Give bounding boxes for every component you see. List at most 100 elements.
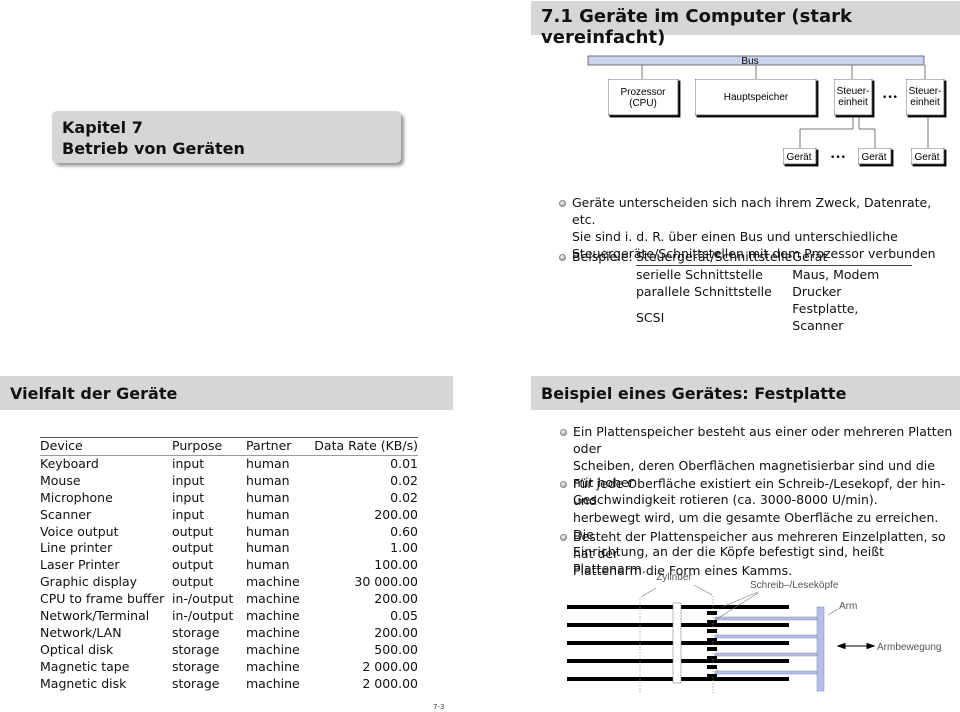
bullet-line: Geräte unterscheiden sich nach ihrem Zwe… [572, 195, 932, 227]
arm-tine [714, 634, 818, 639]
column-header-partner: Partner [246, 437, 308, 456]
cell-partner: machine [246, 624, 300, 640]
cell-partner: human [246, 506, 290, 522]
cell-device: Optical disk [40, 641, 114, 657]
cell-partner: machine [246, 591, 300, 607]
examples-row: parallele Schnittstelle Drucker [572, 283, 912, 300]
arm-tine [714, 670, 818, 675]
cell-device: Keyboard [40, 455, 99, 471]
arm-motion-arrow [836, 642, 876, 650]
memory-label: Hauptspeicher [724, 92, 789, 103]
examples-header: Gerät [792, 248, 913, 266]
cell-data-rate: 0.01 [390, 455, 418, 471]
examples-table: Beispiele: Steuergerät/Schnittstelle Ger… [572, 248, 913, 334]
chapter-title: Betrieb von Geräten [62, 139, 245, 158]
cell-data-rate: 0.05 [390, 608, 418, 624]
cell-partner: human [246, 472, 290, 488]
table-row: Line printer output human 1.00 [40, 540, 418, 557]
bullet-line: Ein Plattenspeicher besteht aus einer od… [573, 424, 953, 456]
cell-partner: machine [246, 658, 300, 674]
head [707, 656, 717, 659]
cell-device: Mouse [40, 472, 81, 488]
cell-data-rate: 30 000.00 [354, 574, 418, 590]
cell-partner: machine [246, 641, 300, 657]
label-schreib-lesekoepfe: Schreib–/Leseköpfe [750, 580, 839, 591]
table-row: Magnetic tape storage machine 2 000.00 [40, 659, 418, 676]
cell-data-rate: 200.00 [374, 624, 418, 640]
table-row: Network/LAN storage machine 200.00 [40, 625, 418, 642]
examples-row: SCSI Festplatte, Scanner [572, 300, 912, 334]
cell-purpose: output [172, 540, 214, 556]
hard-disk-diagram: Zylinder Schreib–/Leseköpfe Arm Armbeweg… [567, 572, 941, 693]
cell-purpose: input [172, 455, 205, 471]
examples-cell: Festplatte, Scanner [792, 301, 859, 333]
device-table: Device Purpose Partner Data Rate (KB/s) … [40, 437, 418, 693]
cell-partner: machine [246, 574, 300, 590]
controller-2-label-1: Steuer- [909, 86, 942, 97]
column-header-purpose: Purpose [172, 437, 246, 456]
bullet-icon [560, 429, 567, 436]
column-header-device: Device [40, 437, 172, 456]
bullet-icon [559, 254, 566, 261]
cell-device: CPU to frame buffer [40, 591, 165, 607]
cell-device: Network/Terminal [40, 608, 150, 624]
cell-partner: human [246, 489, 290, 505]
bullet-line: Für jede Oberfläche existiert ein Schrei… [573, 476, 946, 508]
cell-device: Graphic display [40, 574, 138, 590]
examples-cell: serielle Schnittstelle [636, 267, 763, 282]
cell-device: Magnetic tape [40, 658, 130, 674]
examples-header: Steuergerät/Schnittstelle [636, 248, 793, 266]
table-row: Microphone input human 0.02 [40, 490, 418, 507]
cell-data-rate: 2 000.00 [362, 658, 418, 674]
arm [816, 606, 825, 692]
cell-device: Line printer [40, 540, 113, 556]
cell-data-rate: 200.00 [374, 506, 418, 522]
cell-partner: machine [246, 608, 300, 624]
chapter-number: Kapitel 7 [62, 118, 143, 137]
cell-data-rate: 0.02 [390, 489, 418, 505]
label-zylinder: Zylinder [656, 572, 692, 583]
cell-partner: machine [246, 675, 300, 691]
slide-title-vielfalt: Vielfalt der Geräte [0, 376, 453, 410]
cell-purpose: storage [172, 641, 220, 657]
cell-data-rate: 0.02 [390, 472, 418, 488]
cell-purpose: storage [172, 675, 220, 691]
bullet-line: Sie sind i. d. R. über einen Bus und unt… [572, 229, 898, 244]
cell-partner: human [246, 523, 290, 539]
device-1-label: Gerät [786, 152, 811, 163]
controller-ellipsis: ••• [882, 93, 898, 103]
cell-purpose: in-/output [172, 591, 234, 607]
examples-cell: Maus, Modem [792, 267, 880, 282]
table-row: Magnetic disk storage machine 2 000.00 [40, 676, 418, 693]
slide-title-festplatte: Beispiel eines Gerätes: Festplatte [531, 376, 960, 410]
examples-cell: SCSI [636, 309, 665, 325]
head [707, 638, 717, 641]
page-number: 7-3 [433, 703, 445, 711]
cell-partner: human [246, 455, 290, 471]
label-armbewegung: Armbewegung [877, 642, 941, 653]
examples-row: serielle Schnittstelle Maus, Modem [572, 266, 912, 284]
head [707, 629, 717, 633]
spindle [672, 602, 682, 684]
head [707, 674, 717, 677]
arm-tine [714, 616, 818, 621]
device-ellipsis: ••• [830, 153, 846, 163]
table-row: Keyboard input human 0.01 [40, 455, 418, 472]
cpu-label-2: (CPU) [629, 98, 657, 109]
table-row: Voice output output human 0.60 [40, 524, 418, 541]
cell-purpose: input [172, 506, 205, 522]
slide1-bullet-examples: Beispiele: Steuergerät/Schnittstelle Ger… [559, 248, 913, 334]
bullet-line: Besteht der Plattenspeicher aus mehreren… [573, 529, 946, 561]
cell-partner: human [246, 540, 290, 556]
cell-data-rate: 100.00 [374, 557, 418, 573]
examples-header-row: Beispiele: Steuergerät/Schnittstelle Ger… [572, 248, 913, 266]
bullet-icon [560, 534, 567, 541]
column-header-data-rate: Data Rate (KB/s) [308, 437, 418, 456]
cpu-label-1: Prozessor [620, 87, 666, 98]
head [707, 620, 717, 623]
cell-data-rate: 2 000.00 [362, 675, 418, 691]
label-arm: Arm [839, 601, 857, 612]
cell-device: Scanner [40, 506, 92, 522]
cell-purpose: output [172, 574, 214, 590]
table-row: Optical disk storage machine 500.00 [40, 642, 418, 659]
